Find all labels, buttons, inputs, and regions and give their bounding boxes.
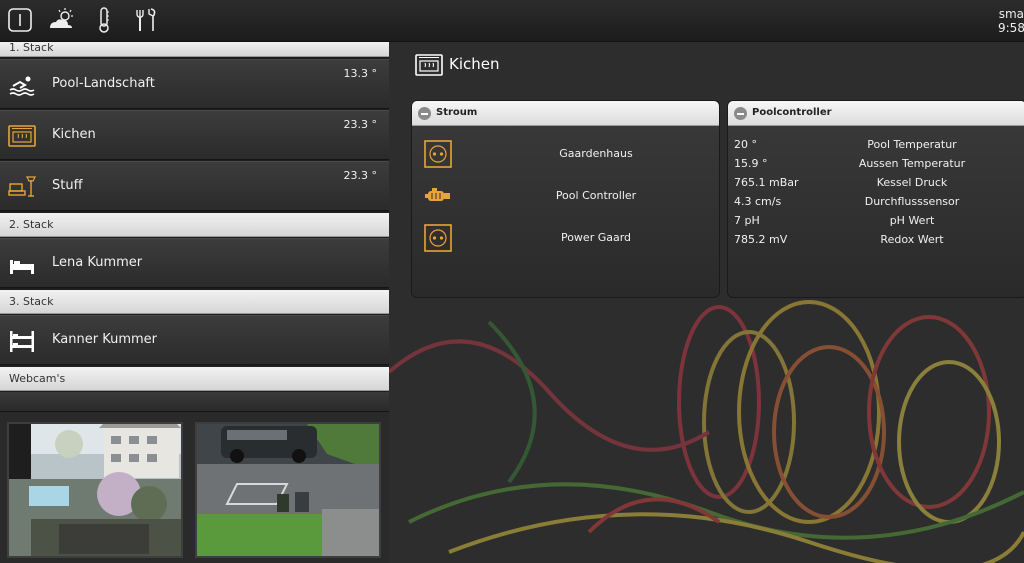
collapse-icon[interactable] bbox=[734, 107, 747, 120]
sensor-row: 4.3 cm/s Durchflusssensor bbox=[734, 193, 1014, 211]
sidebar: 1. Stack Pool-Landschaft 13.3 ° Kichen 2… bbox=[0, 42, 389, 563]
room-temperature: 23.3 ° bbox=[343, 169, 378, 182]
main-area: Kichen Stroum Gaardenhaus Pool Controlle… bbox=[389, 42, 1024, 563]
room-label: Stuff bbox=[52, 178, 83, 193]
brand-clock: sma 9:58, bbox=[998, 7, 1024, 35]
stroum-panel: Stroum Gaardenhaus Pool Controller Power… bbox=[411, 100, 720, 298]
collapse-icon[interactable] bbox=[418, 107, 431, 120]
panel-title: Poolcontroller bbox=[752, 107, 832, 118]
switch-power-gaard[interactable]: Power Gaard bbox=[412, 220, 719, 256]
pump-icon bbox=[424, 182, 452, 210]
sensor-value: 15.9 ° bbox=[734, 157, 768, 170]
stack-header-2: 2. Stack bbox=[0, 213, 389, 237]
switch-pool-controller[interactable]: Pool Controller bbox=[412, 178, 719, 214]
sensor-row: 15.9 ° Aussen Temperatur bbox=[734, 155, 1014, 173]
sensor-row: 20 ° Pool Temperatur bbox=[734, 136, 1014, 154]
room-lena-kummer[interactable]: Lena Kummer bbox=[0, 238, 389, 288]
room-temperature: 23.3 ° bbox=[343, 118, 378, 131]
sensor-label: Pool Temperatur bbox=[867, 138, 957, 151]
poolcontroller-panel: Poolcontroller 20 ° Pool Temperatur 15.9… bbox=[727, 100, 1024, 298]
webcam-strip bbox=[0, 392, 389, 412]
swimmer-icon bbox=[8, 72, 36, 98]
bed-icon bbox=[8, 251, 36, 277]
sensor-value: 4.3 cm/s bbox=[734, 195, 782, 208]
living-room-icon bbox=[8, 174, 36, 200]
brand-text: sma bbox=[998, 7, 1024, 21]
switch-label: Pool Controller bbox=[555, 189, 637, 202]
room-pool-landschaft[interactable]: Pool-Landschaft 13.3 ° bbox=[0, 59, 389, 109]
sensor-label: Aussen Temperatur bbox=[858, 157, 966, 170]
stack-header-3: 3. Stack bbox=[0, 290, 389, 314]
room-label: Kichen bbox=[52, 127, 96, 142]
sensor-value: 7 pH bbox=[734, 214, 760, 227]
panel-title: Stroum bbox=[436, 107, 478, 118]
webcam-driveway[interactable] bbox=[195, 422, 381, 558]
top-bar: sma 9:58, bbox=[0, 0, 1024, 42]
tools-icon[interactable] bbox=[132, 6, 160, 34]
power-icon[interactable] bbox=[6, 6, 34, 34]
page-title: Kichen bbox=[449, 55, 500, 73]
room-stuff[interactable]: Stuff 23.3 ° bbox=[0, 161, 389, 211]
sensor-label: Kessel Druck bbox=[876, 176, 948, 189]
weather-icon[interactable] bbox=[46, 6, 76, 34]
clock-text: 9:58, bbox=[998, 21, 1024, 35]
stroum-panel-header[interactable]: Stroum bbox=[412, 101, 719, 126]
oven-icon bbox=[8, 123, 36, 149]
oven-icon bbox=[415, 54, 443, 76]
switch-gaardenhaus[interactable]: Gaardenhaus bbox=[412, 136, 719, 172]
webcams-header: Webcam's bbox=[0, 367, 389, 391]
webcam-garden[interactable] bbox=[7, 422, 183, 558]
room-label: Pool-Landschaft bbox=[52, 76, 155, 91]
sensor-row: 785.2 mV Redox Wert bbox=[734, 231, 1014, 249]
socket-icon bbox=[424, 224, 452, 252]
switch-label: Power Gaard bbox=[560, 231, 632, 244]
sensor-row: 765.1 mBar Kessel Druck bbox=[734, 174, 1014, 192]
socket-icon bbox=[424, 140, 452, 168]
stack-header-1: 1. Stack bbox=[0, 42, 389, 57]
room-label: Lena Kummer bbox=[52, 255, 143, 270]
room-temperature: 13.3 ° bbox=[343, 67, 378, 80]
background-swirls bbox=[389, 300, 1024, 563]
sensor-row: 7 pH pH Wert bbox=[734, 212, 1014, 230]
sensor-value: 20 ° bbox=[734, 138, 757, 151]
room-kichen[interactable]: Kichen 23.3 ° bbox=[0, 110, 389, 160]
thermometer-icon[interactable] bbox=[90, 6, 118, 34]
bunk-bed-icon bbox=[8, 328, 36, 354]
switch-label: Gaardenhaus bbox=[559, 147, 633, 160]
room-kanner-kummer[interactable]: Kanner Kummer bbox=[0, 315, 389, 365]
sensor-value: 765.1 mBar bbox=[734, 176, 799, 189]
room-label: Kanner Kummer bbox=[52, 332, 158, 347]
sensor-label: pH Wert bbox=[889, 214, 935, 227]
sensor-value: 785.2 mV bbox=[734, 233, 788, 246]
poolcontroller-panel-header[interactable]: Poolcontroller bbox=[728, 101, 1024, 126]
webcam-area bbox=[0, 392, 389, 563]
sensor-label: Redox Wert bbox=[880, 233, 944, 246]
sensor-label: Durchflusssensor bbox=[864, 195, 960, 208]
